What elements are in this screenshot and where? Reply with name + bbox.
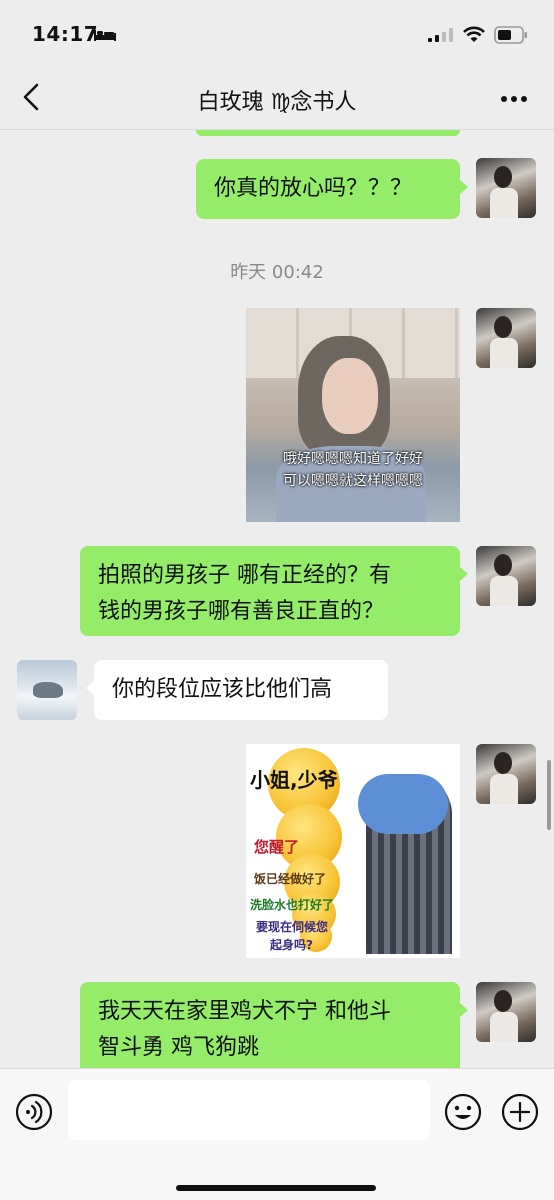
message-text-line: 拍照的男孩子 哪有正经的？有 xyxy=(98,563,391,588)
sticker-text: 起身吗? xyxy=(270,938,313,952)
wifi-icon xyxy=(463,26,485,42)
message-bubble-self[interactable]: 你真的放心吗？？？ xyxy=(196,159,468,219)
avatar-self[interactable] xyxy=(476,308,536,368)
photo-caption-line: 哦好嗯嗯嗯知道了好好 xyxy=(283,451,423,467)
home-indicator xyxy=(176,1185,376,1191)
message-input[interactable] xyxy=(68,1080,430,1140)
message-text-line: 我天天在家里鸡犬不宁 和他斗 xyxy=(98,999,391,1024)
signal-icon xyxy=(428,28,453,42)
photo-face xyxy=(322,358,378,434)
photo-message[interactable]: 哦好嗯嗯嗯知道了好好 可以嗯嗯就这样嗯嗯嗯 xyxy=(246,308,460,522)
voice-icon[interactable] xyxy=(15,1093,53,1131)
status-bar: 14:17 xyxy=(0,0,554,62)
sticker-text: 您醒了 xyxy=(254,838,300,856)
message-text: 你真的放心吗？？？ xyxy=(214,176,413,201)
sticker-message[interactable]: 小姐,少爷 您醒了 饭已经做好了 洗脸水也打好了 要现在伺候您 起身吗? xyxy=(246,744,460,958)
nav-bar: 白玫瑰 ♍念书人 xyxy=(0,62,554,130)
message-bubble-self[interactable]: 拍照的男孩子 哪有正经的？有 钱的男孩子哪有善良正直的？ xyxy=(80,546,468,636)
sticker-text: 要现在伺候您 xyxy=(256,920,329,934)
battery-icon xyxy=(494,26,527,44)
scroll-indicator[interactable] xyxy=(547,760,551,830)
photo-caption-line: 可以嗯嗯就这样嗯嗯嗯 xyxy=(283,473,423,489)
message-bubble-partial[interactable] xyxy=(196,130,460,136)
message-text: 你的段位应该比他们高 xyxy=(112,677,333,702)
avatar-self[interactable] xyxy=(476,982,536,1042)
sticker-text: 饭已经做好了 xyxy=(254,872,327,886)
emoji-icon[interactable] xyxy=(444,1093,482,1131)
avatar-self[interactable] xyxy=(476,744,536,804)
input-bar xyxy=(0,1068,554,1200)
photo-caption: 哦好嗯嗯嗯知道了好好 可以嗯嗯就这样嗯嗯嗯 xyxy=(246,448,460,492)
sticker-text: 小姐,少爷 xyxy=(250,768,338,792)
avatar-self[interactable] xyxy=(476,158,536,218)
bed-icon xyxy=(94,30,116,41)
message-text-line: 智斗勇 鸡飞狗跳 xyxy=(98,1035,259,1060)
message-timestamp: 昨天 00:42 xyxy=(230,262,324,283)
message-bubble-self[interactable]: 我天天在家里鸡犬不宁 和他斗 智斗勇 鸡飞狗跳 xyxy=(80,982,468,1068)
chat-title: 白玫瑰 ♍念书人 xyxy=(197,90,357,115)
message-text-line: 钱的男孩子哪有善良正直的？ xyxy=(98,599,385,624)
sticker-text: 洗脸水也打好了 xyxy=(250,898,335,912)
message-bubble-other[interactable]: 你的段位应该比他们高 xyxy=(86,660,388,720)
more-dots-icon[interactable] xyxy=(500,95,528,103)
status-time: 14:17 xyxy=(32,22,99,46)
chat-message-list[interactable]: 你真的放心吗？？？ 昨天 00:42 哦好嗯嗯嗯知道了好好 可以嗯嗯就这样嗯嗯嗯… xyxy=(0,130,554,1068)
avatar-self[interactable] xyxy=(476,546,536,606)
avatar-other[interactable] xyxy=(17,660,77,720)
sticker-roller xyxy=(358,774,452,954)
plus-icon[interactable] xyxy=(501,1093,539,1131)
